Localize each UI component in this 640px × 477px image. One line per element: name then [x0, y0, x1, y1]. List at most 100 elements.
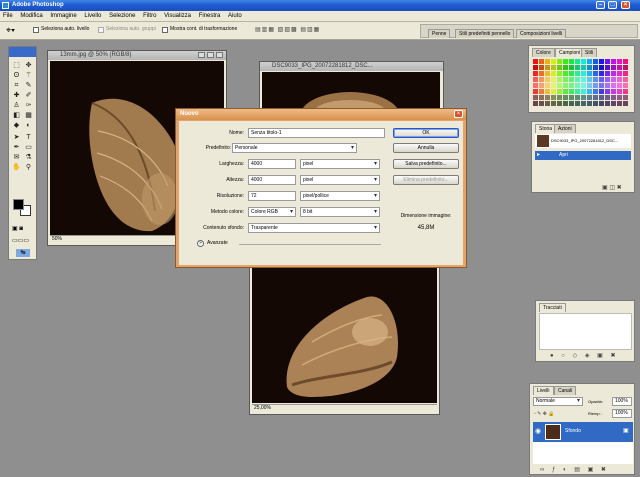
tab-composizioni-livelli[interactable]: Composizioni livelli — [516, 29, 567, 38]
crop-tool-icon[interactable]: ⌗ — [12, 81, 21, 90]
color-swatch[interactable] — [533, 59, 538, 64]
name-input[interactable]: Senza titolo-1 — [248, 128, 385, 138]
type-tool-icon[interactable]: T — [24, 133, 33, 142]
color-swatch[interactable] — [575, 101, 580, 106]
auto-select-layer-checkbox[interactable] — [33, 27, 39, 33]
color-swatch[interactable] — [533, 89, 538, 94]
color-swatch[interactable] — [539, 101, 544, 106]
menu-livello[interactable]: Livello — [81, 11, 104, 21]
color-swatch[interactable] — [575, 95, 580, 100]
history-step-selected[interactable]: ▸ Apri — [535, 151, 631, 160]
color-swatch[interactable] — [539, 77, 544, 82]
color-swatch[interactable] — [617, 65, 622, 70]
color-swatch[interactable] — [581, 101, 586, 106]
color-swatch[interactable] — [599, 65, 604, 70]
color-swatch[interactable] — [563, 95, 568, 100]
color-swatch[interactable] — [557, 101, 562, 106]
color-swatch[interactable] — [593, 95, 598, 100]
color-swatch[interactable] — [605, 101, 610, 106]
color-swatch[interactable] — [557, 83, 562, 88]
height-input[interactable]: 4000 — [248, 175, 296, 185]
color-swatch[interactable] — [599, 71, 604, 76]
document-window-3[interactable]: 25,00% — [249, 264, 440, 415]
color-swatch[interactable] — [623, 101, 628, 106]
color-swatch[interactable] — [611, 77, 616, 82]
swatch-grid[interactable] — [533, 58, 629, 110]
height-unit-select[interactable]: pixel — [300, 175, 380, 185]
color-swatch[interactable] — [575, 59, 580, 64]
color-swatch[interactable] — [557, 59, 562, 64]
color-swatch[interactable] — [533, 65, 538, 70]
color-swatch[interactable] — [569, 71, 574, 76]
tab-storia[interactable]: Storia — [535, 124, 557, 133]
color-swatch[interactable] — [587, 65, 592, 70]
color-swatch[interactable] — [569, 83, 574, 88]
menu-selezione[interactable]: Selezione — [106, 11, 138, 21]
color-swatch[interactable] — [587, 83, 592, 88]
advanced-toggle-icon[interactable]: » — [197, 240, 204, 247]
resolution-input[interactable]: 72 — [248, 191, 296, 201]
color-swatch[interactable] — [605, 71, 610, 76]
color-swatch[interactable] — [533, 77, 538, 82]
color-swatch[interactable] — [605, 95, 610, 100]
color-swatch[interactable] — [623, 65, 628, 70]
eye-icon[interactable]: ◉ — [535, 427, 541, 436]
cancel-button[interactable]: Annulla — [393, 143, 459, 153]
hand-tool-icon[interactable]: ✋ — [12, 163, 21, 172]
color-swatch[interactable] — [551, 71, 556, 76]
eraser-tool-icon[interactable]: ◧ — [12, 111, 21, 120]
color-swatch[interactable] — [563, 101, 568, 106]
color-swatch[interactable] — [611, 89, 616, 94]
color-swatch[interactable] — [551, 65, 556, 70]
layer-row[interactable]: ◉ Sfondo ▣ — [533, 422, 633, 442]
color-swatch[interactable] — [557, 89, 562, 94]
color-swatch[interactable] — [617, 77, 622, 82]
color-swatch[interactable] — [569, 95, 574, 100]
color-swatch[interactable] — [605, 89, 610, 94]
color-swatch[interactable] — [581, 83, 586, 88]
color-swatch[interactable] — [623, 89, 628, 94]
color-swatch[interactable] — [545, 59, 550, 64]
color-swatch[interactable] — [593, 89, 598, 94]
menu-file[interactable]: File — [0, 11, 16, 21]
menu-immagine[interactable]: Immagine — [47, 11, 79, 21]
color-swatch[interactable] — [569, 89, 574, 94]
color-swatch[interactable] — [569, 65, 574, 70]
color-swatch[interactable] — [587, 101, 592, 106]
color-swatch[interactable] — [587, 71, 592, 76]
ok-button[interactable]: OK — [393, 128, 459, 138]
color-swatch[interactable] — [599, 95, 604, 100]
color-swatch[interactable] — [623, 59, 628, 64]
color-swatch[interactable] — [623, 77, 628, 82]
color-swatch[interactable] — [617, 101, 622, 106]
delete-preset-button[interactable]: Elimina predefinito... — [393, 175, 459, 185]
color-swatch[interactable] — [593, 101, 598, 106]
color-swatch[interactable] — [533, 83, 538, 88]
eyedropper-tool-icon[interactable]: ⚗ — [24, 153, 33, 162]
color-swatch[interactable] — [563, 89, 568, 94]
color-swatch[interactable] — [575, 83, 580, 88]
tab-stili[interactable]: Stili — [581, 48, 598, 57]
healing-tool-icon[interactable]: ✚ — [12, 91, 21, 100]
color-swatch[interactable] — [545, 77, 550, 82]
color-swatch[interactable] — [581, 65, 586, 70]
color-swatch[interactable] — [617, 89, 622, 94]
brush-tool-icon[interactable]: ✐ — [24, 91, 33, 100]
color-swatch[interactable] — [581, 71, 586, 76]
align-icons[interactable]: ▤▥▦ ▧▨▩ ▤▥▦ — [255, 26, 320, 33]
color-swatch[interactable] — [557, 65, 562, 70]
lasso-tool-icon[interactable]: ʘ — [12, 71, 21, 80]
color-swatch[interactable] — [539, 95, 544, 100]
notes-tool-icon[interactable]: ✉ — [12, 153, 21, 162]
color-mode-select[interactable]: Colore RGB — [248, 207, 296, 217]
menu-aiuto[interactable]: Aiuto — [225, 11, 245, 21]
color-swatch[interactable] — [593, 59, 598, 64]
color-swatch[interactable] — [545, 89, 550, 94]
color-swatch[interactable] — [575, 77, 580, 82]
color-swatch[interactable] — [593, 71, 598, 76]
color-swatch[interactable] — [545, 65, 550, 70]
tab-penne[interactable]: Penne — [428, 29, 451, 38]
menu-finestra[interactable]: Finestra — [196, 11, 224, 21]
history-snapshot[interactable]: DSC9033_IPG_20072281812_DSC... — [535, 134, 631, 148]
minimize-button[interactable]: – — [596, 1, 605, 9]
